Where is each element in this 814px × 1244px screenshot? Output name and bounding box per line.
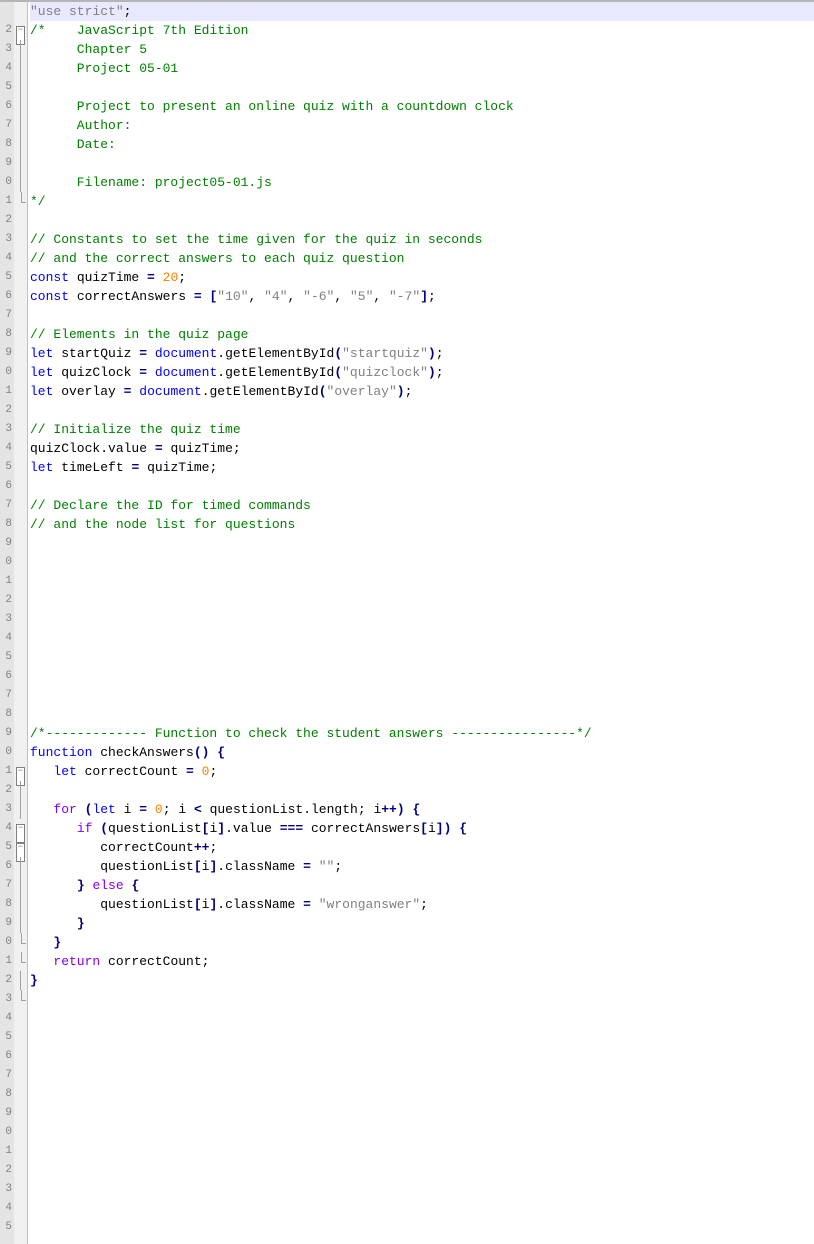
code-editor[interactable]: "use strict";/* JavaScript 7th Edition C… — [28, 2, 814, 1244]
fold-gutter: −−−− — [14, 2, 28, 1244]
line-number-gutter: 2345678901234567890123456789012345678901… — [0, 2, 14, 1244]
